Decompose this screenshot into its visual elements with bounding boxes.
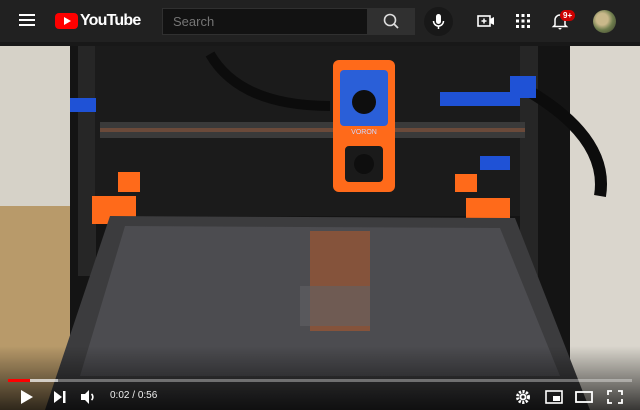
play-button[interactable]	[14, 386, 38, 408]
logo-text: YouTube	[80, 12, 141, 29]
voice-search-button[interactable]	[424, 7, 453, 36]
search-icon	[383, 13, 399, 29]
volume-button[interactable]	[76, 386, 100, 408]
apps-button[interactable]	[511, 9, 535, 33]
create-video-icon	[477, 15, 494, 27]
fullscreen-button[interactable]	[603, 386, 627, 408]
duration: 0:56	[137, 390, 158, 401]
search-input[interactable]	[162, 8, 368, 35]
progress-played	[8, 379, 31, 382]
progress-bar[interactable]	[8, 379, 632, 382]
current-time: 0:02	[110, 390, 130, 401]
search-button[interactable]	[368, 8, 415, 35]
notification-badge: 9+	[560, 10, 576, 21]
settings-gear-icon	[516, 390, 530, 404]
theater-mode-button[interactable]	[572, 386, 596, 408]
menu-icon[interactable]	[16, 11, 38, 31]
youtube-logo[interactable]: YouTube	[55, 12, 141, 30]
create-video-button[interactable]	[474, 9, 498, 33]
avatar[interactable]	[593, 10, 616, 33]
miniplayer-icon	[545, 390, 563, 404]
video-player[interactable]: VORON 0:02 / 0:56	[0, 46, 640, 410]
apps-grid-icon	[516, 14, 530, 28]
mic-icon	[432, 14, 445, 29]
next-button[interactable]	[48, 386, 72, 408]
play-icon	[21, 390, 33, 404]
next-icon	[54, 391, 66, 403]
voron-logo-text: VORON	[351, 129, 377, 136]
time-display: 0:02 / 0:56	[110, 390, 157, 401]
time-separator: /	[129, 390, 138, 401]
fullscreen-icon	[607, 390, 623, 404]
theater-mode-icon	[575, 391, 593, 403]
masthead: YouTube 9+	[0, 0, 640, 42]
settings-button[interactable]	[511, 386, 535, 408]
youtube-logo-icon	[55, 13, 78, 29]
volume-icon	[81, 390, 94, 404]
miniplayer-button[interactable]	[542, 386, 566, 408]
